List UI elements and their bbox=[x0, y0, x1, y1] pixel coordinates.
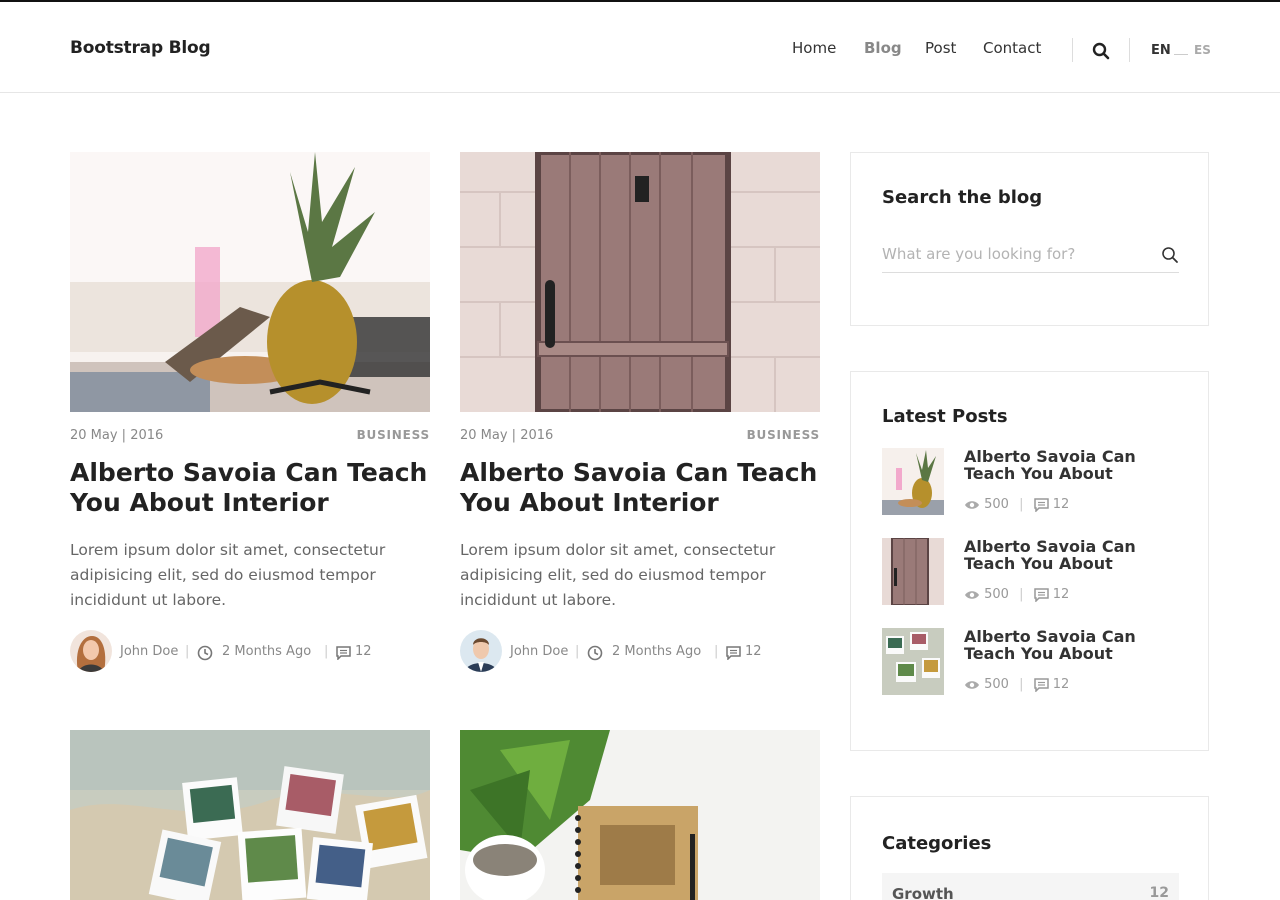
comment-icon bbox=[1033, 497, 1049, 512]
post-title[interactable]: Alberto Savoia Can Teach You About Inter… bbox=[460, 458, 820, 518]
widget-title: Categories bbox=[882, 833, 992, 854]
meta-divider: | bbox=[324, 644, 329, 659]
meta-divider: | bbox=[575, 644, 580, 659]
view-count: 500 bbox=[984, 497, 1009, 512]
post-card bbox=[70, 730, 430, 900]
post-excerpt: Lorem ipsum dolor sit amet, consectetur … bbox=[460, 541, 776, 609]
latest-post-stats: 500 | 12 bbox=[964, 497, 1069, 512]
post-time: 2 Months Ago bbox=[612, 644, 702, 659]
post-card: 20 May | 2016 BUSINESS Alberto Savoia Ca… bbox=[460, 152, 820, 682]
meta-divider: | bbox=[1019, 677, 1024, 692]
comment-count: 12 bbox=[1052, 587, 1070, 602]
author-avatar[interactable] bbox=[460, 630, 502, 672]
nav-home[interactable]: Home bbox=[792, 39, 836, 57]
author-name[interactable]: John Doe bbox=[120, 644, 178, 659]
comment-count: 12 bbox=[1052, 497, 1070, 512]
post-footer: John Doe | 2 Months Ago | 12 bbox=[460, 630, 820, 674]
comment-count: 12 bbox=[1052, 677, 1070, 692]
latest-post-stats: 500 | 12 bbox=[964, 587, 1069, 602]
comment-icon bbox=[1033, 677, 1049, 692]
comment-count: 12 bbox=[745, 644, 762, 659]
pineapple-image bbox=[70, 152, 430, 412]
post-footer: John Doe | 2 Months Ago | 12 bbox=[70, 630, 430, 674]
language-en[interactable]: EN bbox=[1151, 43, 1171, 58]
latest-post-thumbnail bbox=[882, 448, 944, 515]
post-image[interactable] bbox=[70, 152, 430, 412]
view-count: 500 bbox=[984, 677, 1009, 692]
clock-icon bbox=[587, 645, 603, 661]
language-es[interactable]: ES bbox=[1194, 43, 1211, 57]
widget-title: Latest Posts bbox=[882, 406, 1008, 427]
category-count: 12 bbox=[1149, 885, 1169, 900]
meta-divider: | bbox=[1019, 497, 1024, 512]
navbar: Bootstrap Blog Home Blog Post Contact EN… bbox=[0, 2, 1280, 93]
comment-icon bbox=[336, 646, 351, 660]
plant-notebook-image bbox=[460, 730, 820, 900]
post-date: 20 May | 2016 bbox=[70, 428, 164, 443]
view-count: 500 bbox=[984, 587, 1009, 602]
meta-divider: | bbox=[714, 644, 719, 659]
search-icon[interactable] bbox=[1092, 42, 1110, 60]
post-card bbox=[460, 730, 820, 900]
post-category[interactable]: BUSINESS bbox=[357, 428, 430, 442]
latest-post-thumbnail bbox=[882, 628, 944, 695]
post-time: 2 Months Ago bbox=[222, 644, 312, 659]
post-date: 20 May | 2016 bbox=[460, 428, 554, 443]
nav-blog[interactable]: Blog bbox=[864, 39, 902, 57]
nav-divider bbox=[1129, 38, 1130, 62]
nav-contact[interactable]: Contact bbox=[983, 39, 1041, 57]
latest-post-title: Alberto Savoia Can Teach You About bbox=[964, 627, 1136, 663]
search-field bbox=[882, 239, 1179, 273]
categories-widget: Categories Growth 12 bbox=[850, 796, 1209, 900]
category-name: Growth bbox=[892, 885, 954, 900]
post-card: 20 May | 2016 BUSINESS Alberto Savoia Ca… bbox=[70, 152, 430, 682]
polaroids-image bbox=[70, 730, 430, 900]
meta-divider: | bbox=[1019, 587, 1024, 602]
category-item[interactable]: Growth 12 bbox=[882, 873, 1179, 900]
post-image[interactable] bbox=[70, 730, 430, 900]
latest-post-title: Alberto Savoia Can Teach You About bbox=[964, 447, 1136, 483]
meta-divider: | bbox=[185, 644, 190, 659]
search-input[interactable] bbox=[882, 239, 1142, 269]
comment-icon bbox=[726, 646, 741, 660]
brand-logo[interactable]: Bootstrap Blog bbox=[70, 38, 211, 58]
author-name[interactable]: John Doe bbox=[510, 644, 568, 659]
comment-count: 12 bbox=[355, 644, 372, 659]
post-image[interactable] bbox=[460, 730, 820, 900]
latest-post-title: Alberto Savoia Can Teach You About bbox=[964, 537, 1136, 573]
language-divider bbox=[1174, 54, 1188, 55]
comment-icon bbox=[1033, 587, 1049, 602]
search-widget: Search the blog bbox=[850, 152, 1209, 326]
clock-icon bbox=[197, 645, 213, 661]
latest-post-item[interactable]: Alberto Savoia Can Teach You About 500 |… bbox=[882, 538, 1182, 606]
wooden-door-image bbox=[460, 152, 820, 412]
latest-post-thumbnail bbox=[882, 538, 944, 605]
widget-title: Search the blog bbox=[882, 187, 1043, 208]
eye-icon bbox=[965, 590, 979, 599]
latest-post-item[interactable]: Alberto Savoia Can Teach You About 500 |… bbox=[882, 628, 1182, 696]
nav-divider bbox=[1072, 38, 1073, 62]
search-icon[interactable] bbox=[1161, 246, 1179, 264]
post-excerpt: Lorem ipsum dolor sit amet, consectetur … bbox=[70, 541, 386, 609]
latest-posts-widget: Latest Posts Alberto Savoia Can Teach Yo… bbox=[850, 371, 1209, 751]
post-category[interactable]: BUSINESS bbox=[747, 428, 820, 442]
post-image[interactable] bbox=[460, 152, 820, 412]
author-avatar[interactable] bbox=[70, 630, 112, 672]
nav-post[interactable]: Post bbox=[925, 39, 956, 57]
eye-icon bbox=[965, 500, 979, 509]
eye-icon bbox=[965, 680, 979, 689]
post-title[interactable]: Alberto Savoia Can Teach You About Inter… bbox=[70, 458, 430, 518]
latest-post-stats: 500 | 12 bbox=[964, 677, 1069, 692]
latest-post-item[interactable]: Alberto Savoia Can Teach You About 500 |… bbox=[882, 448, 1182, 516]
